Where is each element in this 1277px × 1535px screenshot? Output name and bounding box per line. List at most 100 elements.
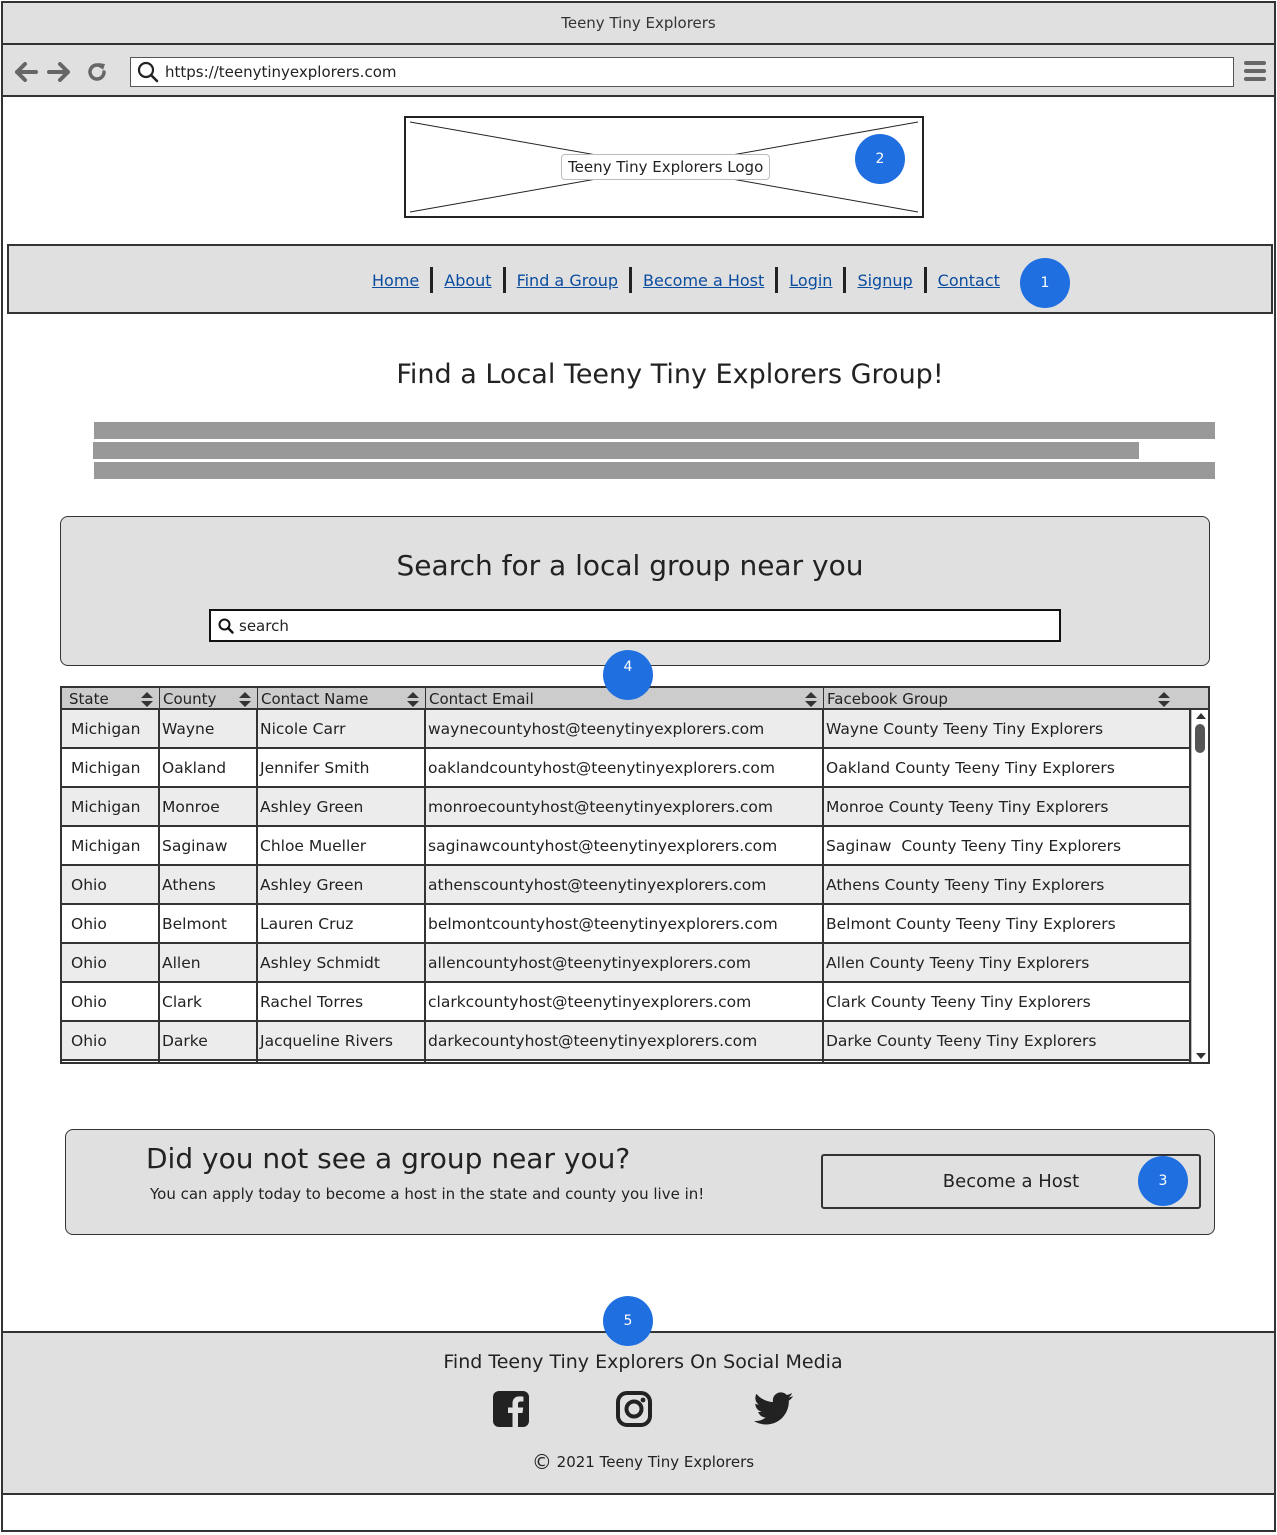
cell-contact-email: allencountyhost@teenytinyexplorers.com (426, 944, 824, 981)
cell-state: Michigan (62, 710, 160, 747)
browser-window: Teeny Tiny Explorers https://teenytinyex… (1, 1, 1276, 1532)
cell-contact-email (426, 1061, 824, 1062)
cell-county (160, 1061, 258, 1062)
logo-placeholder: Teeny Tiny Explorers Logo (404, 116, 924, 218)
table-row[interactable]: Michigan Saginaw Chloe Mueller saginawco… (62, 827, 1191, 866)
table-row[interactable]: Michigan Monroe Ashley Green monroecount… (62, 788, 1191, 827)
cell-facebook-group: Oakland County Teeny Tiny Explorers (824, 749, 1191, 786)
cell-contact-email: darkecountyhost@teenytinyexplorers.com (426, 1022, 824, 1059)
search-input[interactable] (239, 616, 1019, 635)
cell-state (62, 1061, 160, 1062)
nav-home[interactable]: Home (361, 271, 430, 290)
sort-icon[interactable] (407, 692, 419, 707)
logo-label: Teeny Tiny Explorers Logo (561, 154, 771, 180)
cell-county: Darke (160, 1022, 258, 1059)
nav-contact[interactable]: Contact (927, 271, 1011, 290)
sort-icon[interactable] (239, 692, 251, 707)
instagram-icon[interactable] (614, 1389, 654, 1429)
copyright: © 2021 Teeny Tiny Explorers (3, 1450, 1274, 1474)
cell-facebook-group (824, 1061, 1191, 1062)
search-icon (218, 618, 234, 634)
footer-title: Find Teeny Tiny Explorers On Social Medi… (443, 1351, 843, 1373)
cell-contact-name: Jennifer Smith (258, 749, 426, 786)
main-navigation: Home About Find a Group Become a Host Lo… (7, 244, 1273, 314)
cell-facebook-group: Allen County Teeny Tiny Explorers (824, 944, 1191, 981)
nav-become-a-host[interactable]: Become a Host (632, 271, 775, 290)
text-placeholder-line (93, 442, 1139, 459)
cell-state: Ohio (62, 866, 160, 903)
sort-icon[interactable] (1158, 692, 1170, 707)
become-host-panel: Did you not see a group near you? You ca… (65, 1129, 1215, 1235)
reload-icon[interactable] (84, 59, 110, 85)
cell-contact-name: Chloe Mueller (258, 827, 426, 864)
cell-contact-name: Ashley Green (258, 788, 426, 825)
cell-facebook-group: Darke County Teeny Tiny Explorers (824, 1022, 1191, 1059)
back-arrow-icon[interactable] (13, 59, 39, 85)
nav-signup[interactable]: Signup (846, 271, 923, 290)
cell-facebook-group: Monroe County Teeny Tiny Explorers (824, 788, 1191, 825)
cell-state: Michigan (62, 788, 160, 825)
cell-state: Michigan (62, 827, 160, 864)
nav-about[interactable]: About (433, 271, 502, 290)
table-row[interactable]: Ohio Clark Rachel Torres clarkcountyhost… (62, 983, 1191, 1022)
copyright-text: 2021 Teeny Tiny Explorers (556, 1453, 755, 1471)
cell-county: Oakland (160, 749, 258, 786)
copyright-icon: © (531, 1450, 552, 1474)
nav-login[interactable]: Login (778, 271, 843, 290)
text-placeholder-line (94, 422, 1215, 439)
annotation-badge-5: 5 (603, 1296, 653, 1346)
sort-icon[interactable] (141, 692, 153, 707)
cell-contact-name: Jacqueline Rivers (258, 1022, 426, 1059)
cell-state: Michigan (62, 749, 160, 786)
cell-state: Ohio (62, 1022, 160, 1059)
cell-county: Clark (160, 983, 258, 1020)
column-header-facebook-group[interactable]: Facebook Group (824, 688, 1208, 710)
cta-title: Did you not see a group near you? (146, 1142, 631, 1175)
search-field[interactable] (209, 609, 1061, 642)
sort-icon[interactable] (805, 692, 817, 707)
table-row[interactable]: Ohio Belmont Lauren Cruz belmontcountyho… (62, 905, 1191, 944)
table-row[interactable]: Michigan Wayne Nicole Carr waynecountyho… (62, 710, 1191, 749)
cell-county: Athens (160, 866, 258, 903)
table-row[interactable]: Ohio Allen Ashley Schmidt allencountyhos… (62, 944, 1191, 983)
cta-subtitle: You can apply today to become a host in … (150, 1185, 705, 1203)
column-header-state[interactable]: State (62, 688, 160, 710)
cell-county: Saginaw (160, 827, 258, 864)
cell-county: Allen (160, 944, 258, 981)
table-row[interactable]: Ohio Darke Jacqueline Rivers darkecounty… (62, 1022, 1191, 1061)
search-panel: Search for a local group near you (60, 516, 1210, 666)
cell-state: Ohio (62, 944, 160, 981)
annotation-badge-3: 3 (1138, 1156, 1188, 1206)
cell-county: Wayne (160, 710, 258, 747)
window-title-bar: Teeny Tiny Explorers (3, 3, 1274, 45)
groups-table: State County Contact Name Contact Email … (60, 686, 1210, 1064)
twitter-icon[interactable] (754, 1389, 794, 1429)
cell-state: Ohio (62, 983, 160, 1020)
address-url: https://teenytinyexplorers.com (165, 63, 397, 81)
table-row[interactable] (62, 1061, 1191, 1062)
annotation-badge-4: 4 (603, 650, 653, 700)
cell-facebook-group: Belmont County Teeny Tiny Explorers (824, 905, 1191, 942)
scroll-down-arrow-icon[interactable] (1196, 1053, 1206, 1059)
cell-facebook-group: Athens County Teeny Tiny Explorers (824, 866, 1191, 903)
cell-contact-name: Ashley Schmidt (258, 944, 426, 981)
cell-contact-email: monroecountyhost@teenytinyexplorers.com (426, 788, 824, 825)
cell-contact-name: Rachel Torres (258, 983, 426, 1020)
browser-toolbar: https://teenytinyexplorers.com (3, 45, 1274, 97)
column-header-contact-name[interactable]: Contact Name (258, 688, 426, 710)
search-title: Search for a local group near you (396, 549, 864, 582)
nav-find-a-group[interactable]: Find a Group (506, 271, 629, 290)
facebook-icon[interactable] (491, 1389, 531, 1429)
table-scrollbar[interactable] (1191, 710, 1208, 1062)
forward-arrow-icon[interactable] (46, 59, 72, 85)
hamburger-menu-icon[interactable] (1244, 59, 1266, 83)
column-header-county[interactable]: County (160, 688, 258, 710)
scroll-thumb[interactable] (1195, 724, 1205, 753)
address-bar[interactable]: https://teenytinyexplorers.com (130, 57, 1234, 87)
table-row[interactable]: Ohio Athens Ashley Green athenscountyhos… (62, 866, 1191, 905)
table-row[interactable]: Michigan Oakland Jennifer Smith oaklandc… (62, 749, 1191, 788)
scroll-up-arrow-icon[interactable] (1196, 713, 1206, 719)
cell-contact-email: athenscountyhost@teenytinyexplorers.com (426, 866, 824, 903)
cell-contact-name: Nicole Carr (258, 710, 426, 747)
annotation-badge-2: 2 (855, 134, 905, 184)
